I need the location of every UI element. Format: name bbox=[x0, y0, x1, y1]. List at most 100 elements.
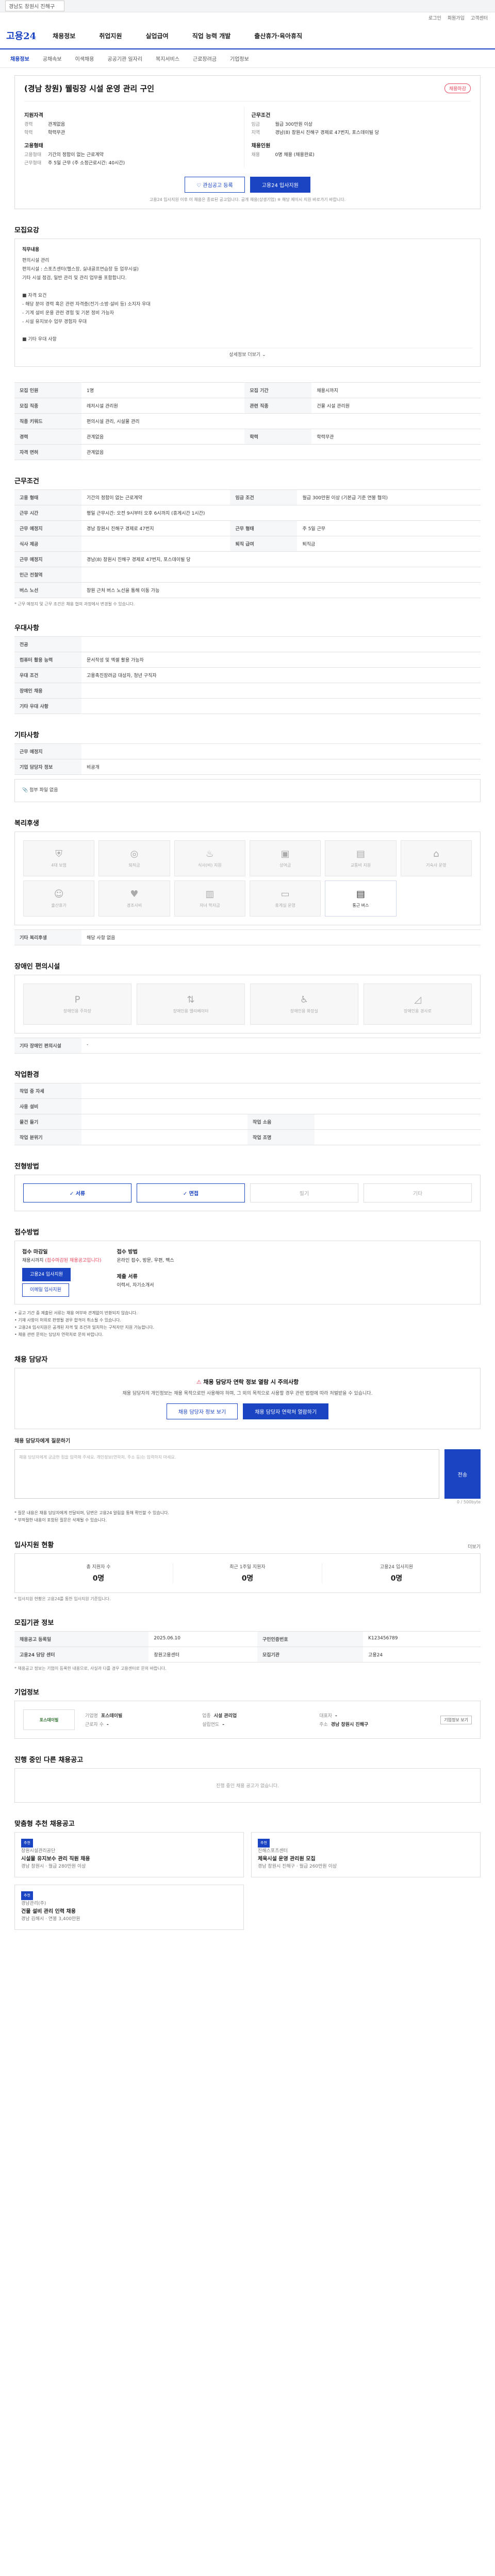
subnav-item[interactable]: 근로장려금 bbox=[193, 55, 217, 62]
deadline-value: 채용시까지 bbox=[22, 1258, 44, 1263]
table-row: 식사 제공 퇴직 급여 퇴직금 bbox=[14, 536, 481, 552]
recommend-card[interactable]: 추천 진해스포츠센터 체육시설 운영 관리원 모집 경남 창원시 진해구 · 월… bbox=[251, 1832, 481, 1877]
disability-item: ◿ 장애인용 경사로 bbox=[364, 984, 472, 1025]
welfare-item: ⌂ 기숙사 운영 bbox=[400, 840, 472, 876]
note-line: • 기재 사항이 허위로 판명될 경우 합격이 취소될 수 있습니다. bbox=[14, 1318, 121, 1323]
details-table: 모집 인원 1명 모집 기간 채용시까지 모집 직종 레저시설 관리원 관련 직종 건물 시… bbox=[14, 382, 481, 460]
subnav-item[interactable]: 복지서비스 bbox=[156, 55, 179, 62]
coin-icon: ◎ bbox=[130, 849, 139, 859]
manager-contact-button[interactable]: 채용 담당자 연락처 열람하기 bbox=[243, 1403, 329, 1419]
welfare-item: ▥ 자녀 학자금 bbox=[174, 880, 245, 917]
welfare-item: ♨ 식사(비) 지원 bbox=[174, 840, 245, 876]
subnav-item[interactable]: 공공기관 일자리 bbox=[107, 55, 142, 62]
more-button[interactable]: 상세정보 더보기 ⌄ bbox=[22, 348, 473, 359]
card-company: 창원시설관리공단 bbox=[21, 1849, 56, 1854]
row-value bbox=[315, 1114, 481, 1130]
method-label: 면접 bbox=[189, 1191, 199, 1197]
subnav-item[interactable]: 공채속보 bbox=[43, 55, 62, 62]
parking-icon: P bbox=[74, 994, 80, 1005]
row-key: 임금 조건 bbox=[230, 489, 298, 505]
stat-value: 0명 bbox=[92, 1574, 105, 1583]
disability-grid: P 장애인용 주차장 ⇅ 장애인용 엘리베이터 ♿ 장애인용 화장실 ◿ 장애인용 경사… bbox=[14, 975, 481, 1033]
field-key: 설립연도 bbox=[202, 1722, 220, 1727]
method-item: 기타 bbox=[364, 1183, 472, 1202]
job-title-text: (경남 창원) 웰링장 시설 운영 관리 구인 bbox=[24, 84, 155, 93]
manager-info-button[interactable]: 채용 담당자 정보 보기 bbox=[166, 1403, 238, 1419]
field-key: 대표자 bbox=[319, 1714, 333, 1719]
summary-value: 관계없음 bbox=[48, 122, 65, 127]
section-title: 채용 담당자 bbox=[14, 1356, 48, 1364]
welfare-label: 4대 보험 bbox=[51, 863, 67, 868]
method-label: 기타 bbox=[412, 1191, 423, 1197]
subnav-item[interactable]: 기업정보 bbox=[230, 55, 249, 62]
action-buttons: ♡ 관심공고 등록 고용24 입사지원 bbox=[24, 177, 471, 193]
recommend-cards: 추천 창원시설관리공단 시설물 유지보수 관리 직원 채용 경남 창원시 · 월… bbox=[14, 1832, 481, 1930]
summary-heading: 채용인원 bbox=[251, 143, 271, 149]
scrap-label: 관심공고 등록 bbox=[203, 183, 233, 189]
company-detail-button[interactable]: 기업정보 보기 bbox=[440, 1715, 472, 1724]
jd-line: - 시설 유지보수 업무 경험자 우대 bbox=[22, 319, 87, 325]
method-item: ✓ 면접 bbox=[137, 1183, 245, 1202]
row-value: - bbox=[81, 1038, 481, 1054]
info-table: 채용공고 등록일 2025.06.10 구인인증번호 K123456789 고용24 … bbox=[14, 1631, 481, 1663]
paperclip-icon: 📎 bbox=[22, 788, 30, 793]
site-logo[interactable]: 고용24 bbox=[6, 29, 36, 42]
gnb-item[interactable]: 취업지원 bbox=[99, 31, 122, 40]
conditions-table: 고용 형태 기간의 정함이 없는 근로계약 임금 조건 월급 300만원 이상 (기본… bbox=[14, 489, 481, 598]
region-select[interactable]: 경남도 창원시 진해구 bbox=[5, 1, 65, 11]
apply-online-button[interactable]: 고용24 입사지원 bbox=[22, 1268, 71, 1281]
login-link[interactable]: 로그인 bbox=[428, 14, 441, 21]
welfare-item: ♥ 경조사비 bbox=[98, 880, 170, 917]
elevator-icon: ⇅ bbox=[187, 994, 195, 1005]
job-title-box: (경남 창원) 웰링장 시설 운영 관리 구인 채용마감 지원자격 경력 관계없음… bbox=[14, 75, 481, 209]
table-row: 근무 시간 평일 근무시간: 오전 9시부터 오후 6시까지 (휴게시간 1시간) bbox=[14, 505, 481, 521]
welfare-extra-table: 기타 복리후생 해당 사항 없음 bbox=[14, 929, 481, 945]
heart-icon: ♡ bbox=[196, 183, 203, 189]
company-field: 대표자 - bbox=[319, 1712, 430, 1719]
recommend-card[interactable]: 추천 경남관리(주) 건물 설비 관리 인력 채용 경남 김해시 · 연봉 3,… bbox=[14, 1885, 244, 1930]
row-key: 전공 bbox=[14, 636, 81, 652]
qna-textarea[interactable]: 채용 담당자에게 궁금한 점을 입력해 주세요. 개인정보(연락처, 주소 등)… bbox=[14, 1449, 439, 1499]
warning-text: 채용 담당자 연락 정보 열람 시 주의사항 bbox=[203, 1379, 299, 1385]
card-company: 경남관리(주) bbox=[21, 1901, 46, 1906]
row-value: 경남 창원시 진해구 경제로 47번지 bbox=[81, 520, 230, 536]
field-key: 기업명 bbox=[85, 1714, 98, 1719]
row-value: 관계없음 bbox=[81, 429, 245, 445]
apply-button[interactable]: 고용24 입사지원 bbox=[250, 177, 310, 193]
help-link[interactable]: 고객센터 bbox=[471, 14, 488, 21]
card-tag: 추천 bbox=[258, 1839, 270, 1848]
method-item: 필기 bbox=[250, 1183, 358, 1202]
summary-heading: 고용형태 bbox=[24, 143, 43, 149]
job-description-box: 직무내용 편의시설 관리 편의시설 : 스포츠센터(헬스장, 실내골프연습장 등… bbox=[14, 239, 481, 367]
sofa-icon: ▭ bbox=[280, 889, 290, 900]
summary-value: 0명 채용 (채용완료) bbox=[275, 152, 315, 158]
scrap-button[interactable]: ♡ 관심공고 등록 bbox=[185, 177, 245, 193]
gnb-item[interactable]: 직업 능력 개발 bbox=[192, 31, 231, 40]
subnav-item[interactable]: 이색채용 bbox=[75, 55, 94, 62]
gnb-item[interactable]: 실업급여 bbox=[146, 31, 169, 40]
gnb-item[interactable]: 출산휴가·육아휴직 bbox=[254, 31, 302, 40]
stat-item: 고용24 입사지원 0명 bbox=[322, 1563, 471, 1583]
summary-value: 월급 300만원 이상 bbox=[275, 122, 313, 127]
row-value: 고용24 bbox=[363, 1647, 481, 1663]
signup-link[interactable]: 회원가입 bbox=[448, 14, 465, 21]
welfare-section: 복리후생 ⛨ 4대 보험 ◎ 퇴직금 ♨ 식사(비) 지원 ▣ 상여금 ▤ 교통비 지원 … bbox=[14, 818, 481, 945]
row-key: 고용24 담당 센터 bbox=[14, 1647, 149, 1663]
qna-send-button[interactable]: 전송 bbox=[444, 1449, 481, 1499]
row-key: 버스 노선 bbox=[14, 582, 81, 598]
subnav-item[interactable]: 채용정보 bbox=[10, 55, 29, 62]
site-header: 고용24 채용정보 취업지원 실업급여 직업 능력 개발 출산휴가·육아휴직 bbox=[0, 23, 495, 49]
apply-methods: 접수 방법 온라인 접수, 방문, 우편, 팩스 제출 서류 이력서, 자기소개… bbox=[117, 1248, 174, 1297]
table-row: 경력 관계없음 학력 학력무관 bbox=[14, 429, 481, 445]
row-key: 기타 복리후생 bbox=[14, 929, 81, 945]
table-row: 우대 조건 고용촉진장려금 대상자, 청년 구직자 bbox=[14, 667, 481, 683]
row-value bbox=[81, 1114, 248, 1130]
recommend-card[interactable]: 추천 창원시설관리공단 시설물 유지보수 관리 직원 채용 경남 창원시 · 월… bbox=[14, 1832, 244, 1877]
stats-more-link[interactable]: 더보기 bbox=[468, 1543, 481, 1550]
gnb-item[interactable]: 채용정보 bbox=[53, 31, 75, 40]
welfare-label: 퇴직금 bbox=[128, 863, 140, 868]
apply-email-button[interactable]: 이메일 입사지원 bbox=[22, 1283, 69, 1297]
welfare-label: 기숙사 운영 bbox=[426, 863, 447, 868]
methods-list: ✓ 서류 ✓ 면접 필기 기타 bbox=[14, 1175, 481, 1211]
conditions-section: 근무조건 고용 형태 기간의 정함이 없는 근로계약 임금 조건 월급 300만원 이… bbox=[14, 476, 481, 607]
